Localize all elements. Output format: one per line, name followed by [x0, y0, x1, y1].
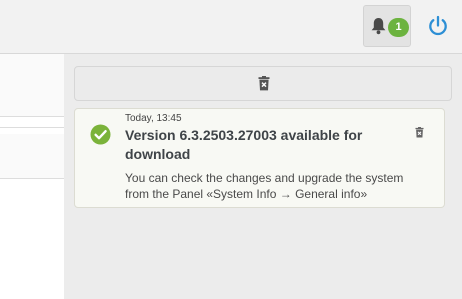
power-icon[interactable] — [427, 15, 449, 37]
bell-icon — [371, 18, 386, 35]
divider — [0, 127, 64, 130]
top-bar: 1 — [0, 0, 462, 54]
notification-body: You can check the changes and upgrade th… — [125, 171, 404, 201]
main-content-pane — [0, 54, 65, 299]
check-circle-icon — [90, 124, 111, 145]
notification-title: Version 6.3.2503.27003 available for dow… — [125, 127, 363, 162]
notification-count-badge: 1 — [388, 18, 409, 37]
notifications-button[interactable]: 1 — [363, 5, 411, 47]
dismiss-notification-icon[interactable] — [415, 127, 424, 138]
notification-time: Today, 13:45 — [125, 113, 182, 124]
clear-all-notifications-button[interactable] — [74, 66, 452, 101]
content-row — [0, 134, 64, 179]
notification-item: Today, 13:45 Version 6.3.2503.27003 avai… — [74, 108, 445, 208]
trash-icon — [258, 76, 270, 91]
content-row — [0, 54, 64, 117]
